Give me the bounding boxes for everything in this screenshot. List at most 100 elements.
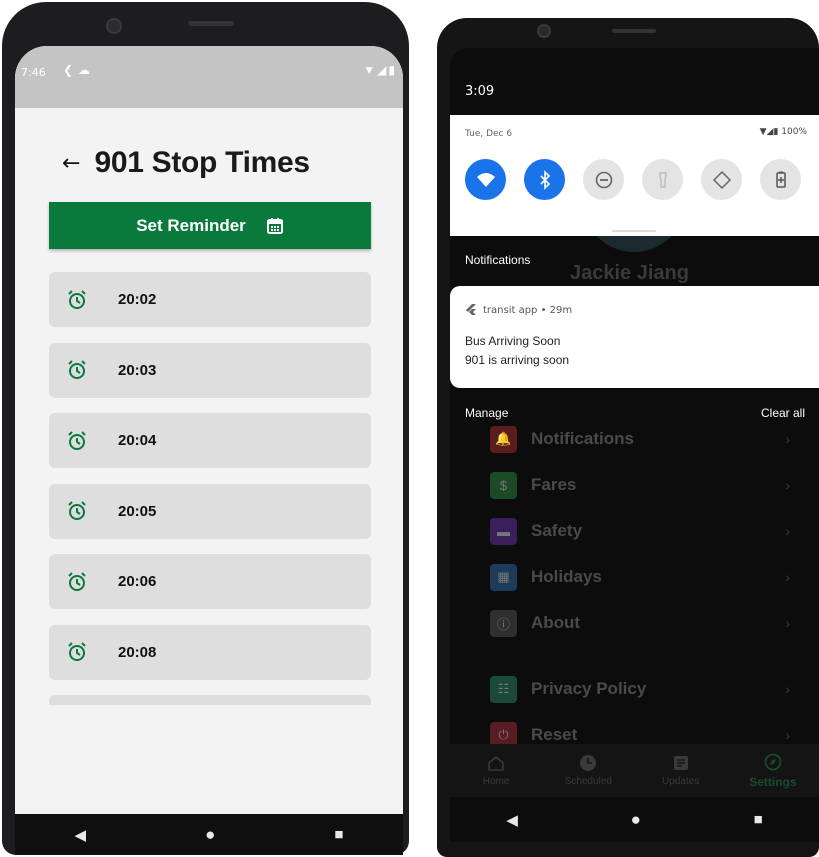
compass-icon <box>764 753 782 770</box>
nav-home-icon[interactable]: ● <box>631 810 641 830</box>
title-row: ← 901 Stop Times <box>62 146 310 180</box>
autorotate-icon <box>712 170 731 189</box>
notification-card[interactable]: transit app • 29m Bus Arriving Soon 901 … <box>450 286 819 388</box>
speaker-grille <box>612 29 656 33</box>
nav-home-icon[interactable]: ● <box>205 825 215 845</box>
chevron-right-icon: › <box>785 727 790 743</box>
mask-icon: ▬ <box>490 517 517 545</box>
nav-back-icon[interactable]: ◀ <box>75 826 87 844</box>
alarm-clock-icon <box>68 360 86 379</box>
dnd-toggle[interactable] <box>583 159 624 200</box>
back-arrow-icon[interactable]: ← <box>62 151 80 176</box>
chevron-right-icon: › <box>785 569 790 585</box>
tab-label: Scheduled <box>564 776 612 787</box>
nav-back-icon[interactable]: ◀ <box>506 811 518 829</box>
settings-item-label: Privacy Policy <box>531 679 647 698</box>
quick-settings-panel: Tue, Dec 6 ▼◢▮ 100% <box>450 115 819 236</box>
bluetooth-toggle[interactable] <box>524 159 565 200</box>
bell-icon: 🔔 <box>490 425 517 453</box>
camera <box>106 18 122 34</box>
tab-scheduled[interactable]: Scheduled <box>548 754 628 787</box>
wifi-toggle[interactable] <box>465 159 506 200</box>
privacy-icon: ☷ <box>490 675 517 703</box>
page-title: 901 Stop Times <box>94 146 310 179</box>
tab-label: Settings <box>749 774 797 789</box>
clock-icon <box>580 755 597 771</box>
chevron-right-icon: › <box>785 681 790 697</box>
notification-body: 901 is arriving soon <box>465 353 570 367</box>
status-app-icons: ❮☁ <box>63 63 96 77</box>
flutter-logo-icon <box>466 304 476 315</box>
app-bottom-nav: Home Scheduled Updates Settings <box>450 744 819 797</box>
settings-item-label: Holidays <box>531 567 602 586</box>
stop-times-list: 20:02 20:03 20:04 20:05 20:06 20:08 <box>49 272 371 705</box>
settings-item-privacy-policy[interactable]: ☷ Privacy Policy › <box>490 674 790 704</box>
stop-time-item[interactable]: 20:02 <box>49 272 371 327</box>
settings-item-label: Fares <box>531 475 577 494</box>
manage-button[interactable]: Manage <box>465 406 508 420</box>
alarm-clock-icon <box>68 430 86 450</box>
battery-saver-icon <box>775 171 786 188</box>
flashlight-icon <box>658 171 667 188</box>
news-icon <box>673 756 688 770</box>
camera <box>537 24 551 38</box>
status-time: 7:46 <box>21 66 46 79</box>
nav-recents-icon[interactable]: ■ <box>754 811 763 828</box>
stop-time-text: 20:04 <box>118 432 157 449</box>
chevron-right-icon: › <box>785 431 790 447</box>
chevron-right-icon: › <box>785 615 790 631</box>
tab-updates[interactable]: Updates <box>641 754 721 787</box>
settings-item-safety[interactable]: ▬ Safety › <box>490 516 790 546</box>
calendar-icon <box>266 217 283 234</box>
settings-item-label: Safety <box>531 521 583 540</box>
qs-date: Tue, Dec 6 <box>465 129 513 139</box>
stop-time-text: 20:06 <box>118 573 157 590</box>
autorotate-toggle[interactable] <box>701 159 742 200</box>
stop-time-item[interactable]: 20:05 <box>49 483 371 539</box>
notification-shade-screen: Jackie Jiang 🔔 Notifications › $ Fares ›… <box>450 48 819 797</box>
qs-drag-handle[interactable] <box>612 230 656 232</box>
clear-all-button[interactable]: Clear all <box>761 406 805 420</box>
settings-item-about[interactable]: ⓘ About › <box>490 608 790 638</box>
set-reminder-button[interactable]: Set Reminder <box>49 202 371 249</box>
left-phone-frame: 7:46 ❮☁ ▼◢▮ ← 901 Stop Times Set Reminde… <box>2 2 409 855</box>
alarm-clock-icon <box>68 571 86 591</box>
bluetooth-icon <box>539 169 550 190</box>
notification-title: Bus Arriving Soon <box>465 334 561 348</box>
stop-time-item[interactable]: 20:08 <box>49 624 371 680</box>
status-bar: 7:46 ❮☁ ▼◢▮ <box>15 46 403 108</box>
settings-item-notifications[interactable]: 🔔 Notifications › <box>490 424 790 454</box>
tab-settings[interactable]: Settings <box>733 753 813 789</box>
status-system-icons: ▼◢▮ <box>363 63 397 77</box>
stop-time-item[interactable]: 20:06 <box>49 554 371 609</box>
stop-time-item[interactable]: 20:03 <box>49 342 371 398</box>
flashlight-toggle[interactable] <box>642 159 683 200</box>
android-nav-bar: ◀ ● ■ <box>450 797 819 842</box>
speaker-grille <box>188 21 234 26</box>
stop-time-text: 20:03 <box>118 361 157 379</box>
info-icon: ⓘ <box>490 609 517 637</box>
screenshot-stage: 7:46 ❮☁ ▼◢▮ ← 901 Stop Times Set Reminde… <box>0 0 819 857</box>
dnd-icon <box>595 171 612 188</box>
nav-recents-icon[interactable]: ■ <box>334 826 343 843</box>
stop-time-text: 20:05 <box>118 502 157 520</box>
alarm-clock-icon <box>68 289 86 309</box>
battery-saver-toggle[interactable] <box>760 159 801 200</box>
stop-times-screen: 7:46 ❮☁ ▼◢▮ ← 901 Stop Times Set Reminde… <box>15 46 403 814</box>
qs-status-icons: ▼◢▮ 100% <box>759 127 807 137</box>
wifi-icon <box>476 172 495 187</box>
settings-item-holidays[interactable]: ▦ Holidays › <box>490 562 790 592</box>
settings-item-label: About <box>531 613 581 632</box>
tab-home[interactable]: Home <box>456 754 536 787</box>
dollar-icon: $ <box>490 471 517 499</box>
calendar-icon: ▦ <box>490 563 517 591</box>
chevron-right-icon: › <box>785 523 790 539</box>
stop-time-item-partial[interactable] <box>49 695 371 705</box>
notifications-header: Notifications <box>465 253 531 267</box>
stop-time-item[interactable]: 20:04 <box>49 413 371 468</box>
settings-item-fares[interactable]: $ Fares › <box>490 470 790 500</box>
alarm-clock-icon <box>68 501 86 520</box>
chevron-right-icon: › <box>785 477 790 493</box>
settings-item-label: Reset <box>531 725 578 744</box>
settings-item-label: Notifications <box>531 429 634 448</box>
